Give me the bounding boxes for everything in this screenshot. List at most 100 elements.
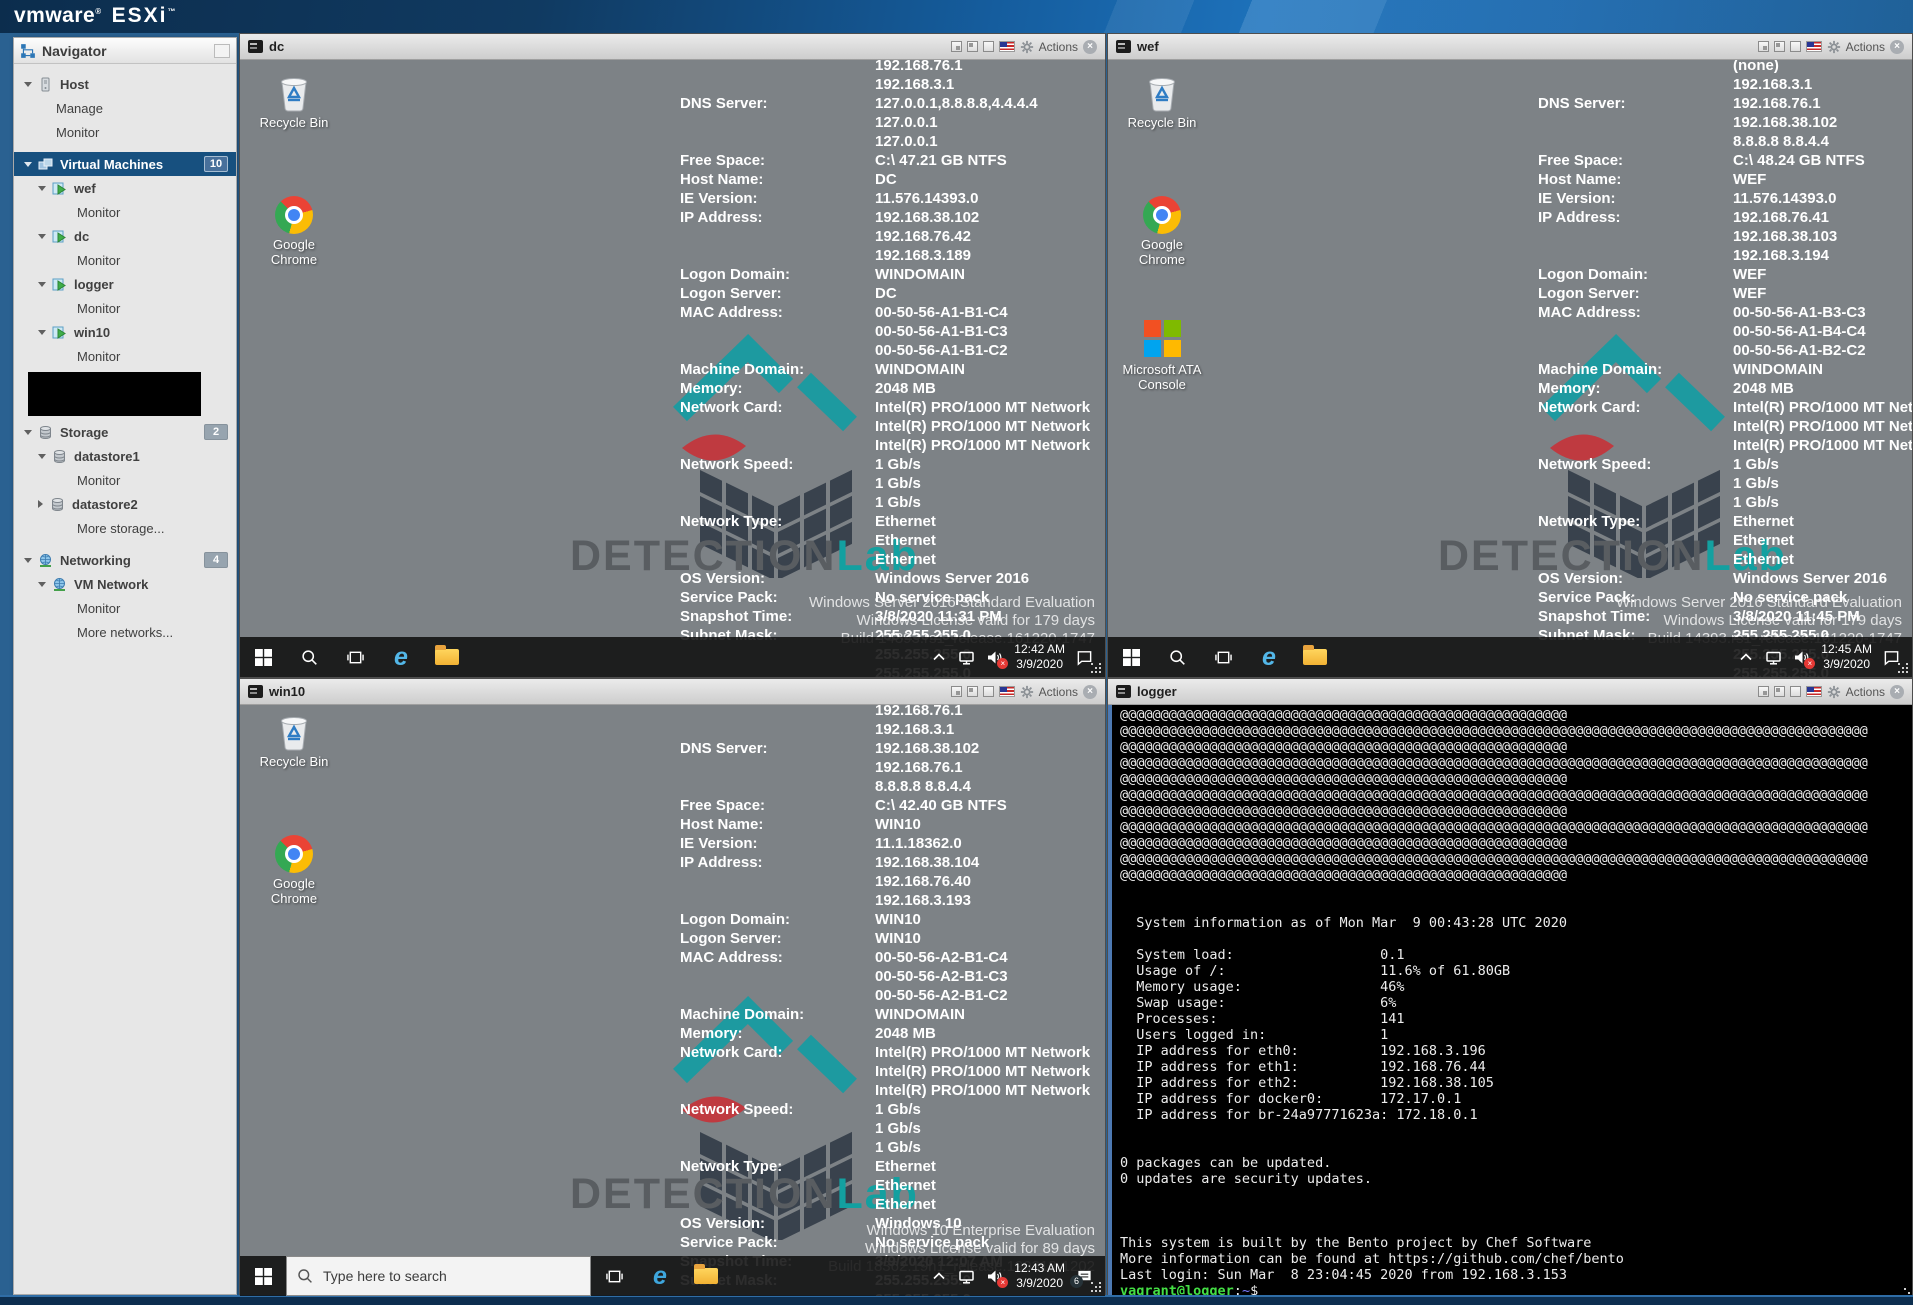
maximize-icon[interactable] bbox=[1790, 41, 1801, 52]
restore-icon[interactable] bbox=[967, 686, 978, 697]
actions-button[interactable]: Actions bbox=[1039, 40, 1078, 54]
panel-collapse-icon[interactable] bbox=[214, 44, 230, 58]
maximize-icon[interactable] bbox=[983, 41, 994, 52]
sidebar-item-vm-wef[interactable]: wef bbox=[14, 176, 236, 200]
sidebar-item-more-networks[interactable]: More networks... bbox=[14, 620, 236, 644]
gear-icon[interactable] bbox=[1020, 40, 1034, 54]
volume-muted-icon[interactable] bbox=[986, 1268, 1003, 1285]
taskbar-clock[interactable]: 12:43 AM3/9/2020 bbox=[1014, 1261, 1065, 1291]
task-view-button[interactable] bbox=[591, 1256, 637, 1296]
popout-icon[interactable] bbox=[951, 686, 962, 697]
sidebar-item-manage[interactable]: Manage bbox=[14, 96, 236, 120]
sidebar-item-host-monitor[interactable]: Monitor bbox=[14, 120, 236, 144]
vm-console-screen-wef[interactable]: Recycle Bin Google Chrome Microsoft ATA … bbox=[1108, 60, 1912, 677]
sidebar-item-datastore1-monitor[interactable]: Monitor bbox=[14, 468, 236, 492]
search-button[interactable] bbox=[1154, 637, 1200, 677]
sidebar-item-logger-monitor[interactable]: Monitor bbox=[14, 296, 236, 320]
google-chrome-shortcut[interactable]: Google Chrome bbox=[1118, 196, 1206, 267]
internet-explorer-button[interactable] bbox=[378, 637, 424, 677]
vm-console-screen-win10[interactable]: Recycle Bin Google Chrome DETECTIONLab 1… bbox=[240, 705, 1105, 1296]
vm-console-screen-logger[interactable]: @@@@@@@@@@@@@@@@@@@@@@@@@@@@@@@@@@@@@@@@… bbox=[1108, 705, 1912, 1296]
sidebar-item-vm-logger[interactable]: logger bbox=[14, 272, 236, 296]
network-status-icon[interactable] bbox=[958, 1268, 975, 1285]
start-button[interactable] bbox=[240, 637, 286, 677]
window-titlebar[interactable]: wef Actions bbox=[1108, 34, 1912, 60]
chevron-down-icon[interactable] bbox=[24, 162, 32, 167]
sidebar-item-networking[interactable]: Networking4 bbox=[14, 548, 236, 572]
sidebar-item-vm-dc[interactable]: dc bbox=[14, 224, 236, 248]
sidebar-item-storage[interactable]: Storage2 bbox=[14, 420, 236, 444]
sidebar-item-more-storage[interactable]: More storage... bbox=[14, 516, 236, 540]
sidebar-item-win10-monitor[interactable]: Monitor bbox=[14, 344, 236, 368]
task-view-button[interactable] bbox=[332, 637, 378, 677]
popout-icon[interactable] bbox=[951, 41, 962, 52]
resize-grip[interactable] bbox=[1091, 663, 1093, 665]
chevron-down-icon[interactable] bbox=[38, 454, 46, 459]
file-explorer-button[interactable] bbox=[683, 1256, 729, 1296]
resize-grip[interactable] bbox=[1091, 1282, 1093, 1284]
maximize-icon[interactable] bbox=[1790, 686, 1801, 697]
recycle-bin-shortcut[interactable]: Recycle Bin bbox=[250, 72, 338, 130]
microsoft-ata-console-shortcut[interactable]: Microsoft ATA Console bbox=[1118, 318, 1206, 392]
task-view-button[interactable] bbox=[1200, 637, 1246, 677]
sidebar-item-datastore2[interactable]: datastore2 bbox=[14, 492, 236, 516]
keyboard-layout-flag-icon[interactable] bbox=[999, 41, 1015, 52]
network-status-icon[interactable] bbox=[1765, 649, 1782, 666]
search-button[interactable] bbox=[286, 637, 332, 677]
sidebar-item-dc-monitor[interactable]: Monitor bbox=[14, 248, 236, 272]
sidebar-item-host[interactable]: Host bbox=[14, 72, 236, 96]
sidebar-item-datastore1[interactable]: datastore1 bbox=[14, 444, 236, 468]
sidebar-item-vm-win10[interactable]: win10 bbox=[14, 320, 236, 344]
keyboard-layout-flag-icon[interactable] bbox=[1806, 686, 1822, 697]
chevron-down-icon[interactable] bbox=[24, 558, 32, 563]
chevron-right-icon[interactable] bbox=[38, 500, 43, 508]
start-button[interactable] bbox=[240, 1256, 286, 1296]
chevron-down-icon[interactable] bbox=[24, 430, 32, 435]
recycle-bin-shortcut[interactable]: Recycle Bin bbox=[1118, 72, 1206, 130]
chevron-down-icon[interactable] bbox=[38, 282, 46, 287]
close-icon[interactable] bbox=[1083, 685, 1097, 699]
file-explorer-button[interactable] bbox=[424, 637, 470, 677]
restore-icon[interactable] bbox=[967, 41, 978, 52]
resize-grip[interactable] bbox=[1898, 663, 1900, 665]
sidebar-item-vm-network-monitor[interactable]: Monitor bbox=[14, 596, 236, 620]
keyboard-layout-flag-icon[interactable] bbox=[999, 686, 1015, 697]
resize-grip[interactable] bbox=[1904, 1288, 1906, 1290]
close-icon[interactable] bbox=[1083, 40, 1097, 54]
sidebar-item-virtual-machines[interactable]: Virtual Machines10 bbox=[14, 152, 236, 176]
volume-muted-icon[interactable] bbox=[986, 649, 1003, 666]
maximize-icon[interactable] bbox=[983, 686, 994, 697]
actions-button[interactable]: Actions bbox=[1846, 40, 1885, 54]
google-chrome-shortcut[interactable]: Google Chrome bbox=[250, 835, 338, 906]
google-chrome-shortcut[interactable]: Google Chrome bbox=[250, 196, 338, 267]
chevron-down-icon[interactable] bbox=[24, 82, 32, 87]
chevron-down-icon[interactable] bbox=[38, 234, 46, 239]
window-titlebar[interactable]: logger Actions bbox=[1108, 679, 1912, 705]
taskbar-clock[interactable]: 12:42 AM3/9/2020 bbox=[1014, 642, 1065, 672]
volume-muted-icon[interactable] bbox=[1793, 649, 1810, 666]
chevron-up-icon[interactable] bbox=[1738, 649, 1754, 665]
gear-icon[interactable] bbox=[1827, 40, 1841, 54]
chevron-up-icon[interactable] bbox=[931, 649, 947, 665]
actions-button[interactable]: Actions bbox=[1039, 685, 1078, 699]
chevron-down-icon[interactable] bbox=[38, 186, 46, 191]
internet-explorer-button[interactable] bbox=[1246, 637, 1292, 677]
taskbar-clock[interactable]: 12:45 AM3/9/2020 bbox=[1821, 642, 1872, 672]
taskbar-search-box[interactable] bbox=[286, 1256, 591, 1296]
sidebar-item-wef-monitor[interactable]: Monitor bbox=[14, 200, 236, 224]
gear-icon[interactable] bbox=[1020, 685, 1034, 699]
sidebar-item-vm-network[interactable]: VM Network bbox=[14, 572, 236, 596]
chevron-down-icon[interactable] bbox=[38, 330, 46, 335]
chevron-up-icon[interactable] bbox=[931, 1268, 947, 1284]
network-status-icon[interactable] bbox=[958, 649, 975, 666]
close-icon[interactable] bbox=[1890, 685, 1904, 699]
window-titlebar[interactable]: win10 Actions bbox=[240, 679, 1105, 705]
file-explorer-button[interactable] bbox=[1292, 637, 1338, 677]
close-icon[interactable] bbox=[1890, 40, 1904, 54]
popout-icon[interactable] bbox=[1758, 686, 1769, 697]
start-button[interactable] bbox=[1108, 637, 1154, 677]
search-input[interactable] bbox=[321, 1267, 555, 1285]
popout-icon[interactable] bbox=[1758, 41, 1769, 52]
actions-button[interactable]: Actions bbox=[1846, 685, 1885, 699]
keyboard-layout-flag-icon[interactable] bbox=[1806, 41, 1822, 52]
